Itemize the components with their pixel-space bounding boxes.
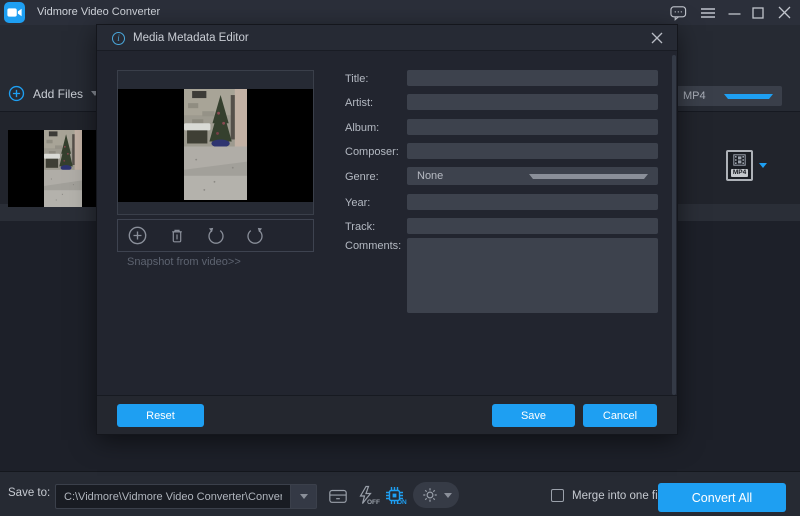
year-label: Year: — [345, 197, 370, 209]
off-label: OFF — [367, 499, 380, 506]
rotate-ccw-icon — [206, 226, 226, 246]
feedback-icon[interactable] — [666, 0, 690, 25]
dialog-header: i Media Metadata Editor — [97, 25, 677, 51]
reset-button[interactable]: Reset — [117, 404, 204, 427]
row-output-format: MP4 — [726, 150, 767, 181]
film-icon — [733, 154, 746, 166]
genre-select[interactable]: None — [407, 167, 658, 185]
cover-preview — [117, 70, 314, 215]
add-cover-button[interactable] — [121, 221, 154, 250]
merge-option: Merge into one file — [551, 489, 667, 502]
gpu-accel-on-button[interactable]: ON — [381, 482, 408, 509]
rotate-left-button[interactable] — [199, 221, 232, 250]
artist-label: Artist: — [345, 97, 373, 109]
save-path-field[interactable] — [55, 484, 291, 509]
bottom-bar: Save to: OFF ON — [0, 471, 800, 516]
delete-cover-button[interactable] — [160, 221, 193, 250]
output-format-value: MP4 — [683, 90, 724, 102]
video-thumbnail[interactable] — [8, 130, 97, 207]
format-caret-icon — [724, 94, 773, 99]
track-field[interactable] — [407, 218, 658, 234]
app-logo-icon — [4, 2, 25, 23]
cover-image — [118, 89, 313, 202]
composer-label: Composer: — [345, 146, 399, 158]
genre-label: Genre: — [345, 171, 379, 183]
maximize-button[interactable] — [746, 0, 770, 25]
settings-button[interactable] — [413, 482, 459, 508]
close-window-button[interactable] — [771, 0, 797, 25]
album-label: Album: — [345, 122, 379, 134]
trash-icon — [167, 226, 187, 246]
comments-field[interactable] — [407, 238, 658, 313]
media-metadata-editor-dialog: i Media Metadata Editor — [97, 25, 677, 434]
info-icon: i — [112, 32, 125, 45]
hardware-accel-off-button[interactable]: OFF — [352, 482, 379, 509]
rotate-right-button[interactable] — [238, 221, 271, 250]
album-field[interactable] — [407, 119, 658, 135]
row-format-caret-icon[interactable] — [759, 163, 767, 168]
add-files-label: Add Files — [33, 87, 83, 101]
open-folder-button[interactable] — [324, 482, 351, 509]
output-format-select[interactable]: MP4 — [674, 86, 782, 106]
close-icon — [651, 32, 663, 44]
add-files-button[interactable]: Add Files — [8, 85, 99, 102]
settings-caret-icon — [444, 493, 452, 498]
dialog-close-button[interactable] — [644, 26, 670, 50]
save-path-dropdown[interactable] — [291, 484, 317, 509]
title-field[interactable] — [407, 70, 658, 86]
plus-circle-icon — [8, 85, 25, 102]
cancel-button[interactable]: Cancel — [583, 404, 657, 427]
mp4-file-icon[interactable]: MP4 — [726, 150, 753, 181]
snapshot-from-video-link[interactable]: Snapshot from video>> — [127, 256, 241, 268]
path-caret-icon — [300, 494, 308, 499]
convert-all-button[interactable]: Convert All — [658, 483, 786, 512]
genre-caret-icon — [529, 174, 649, 179]
dialog-scrollbar[interactable] — [672, 55, 676, 395]
title-label: Title: — [345, 73, 368, 85]
rotate-cw-icon — [245, 226, 265, 246]
mp4-badge-label: MP4 — [731, 169, 748, 177]
year-field[interactable] — [407, 194, 658, 210]
app-window: Vidmore Video Converter — [0, 0, 800, 516]
minimize-button[interactable] — [722, 0, 746, 25]
menu-icon[interactable] — [696, 0, 720, 25]
title-bar: Vidmore Video Converter — [0, 0, 800, 25]
composer-field[interactable] — [407, 143, 658, 159]
merge-label: Merge into one file — [572, 490, 667, 502]
plus-circle-icon — [127, 225, 148, 246]
track-label: Track: — [345, 221, 375, 233]
on-label: ON — [397, 499, 407, 506]
output-folder-icon — [328, 486, 348, 505]
save-to-label: Save to: — [8, 487, 50, 499]
cover-toolbar — [117, 219, 314, 252]
comments-label: Comments: — [345, 240, 401, 252]
save-button[interactable]: Save — [492, 404, 575, 427]
merge-checkbox[interactable] — [551, 489, 564, 502]
genre-value: None — [417, 170, 529, 182]
gear-icon — [421, 486, 439, 504]
dialog-title: Media Metadata Editor — [133, 25, 249, 51]
app-title: Vidmore Video Converter — [37, 0, 160, 25]
artist-field[interactable] — [407, 94, 658, 110]
dialog-footer: Reset Save Cancel — [97, 395, 677, 434]
